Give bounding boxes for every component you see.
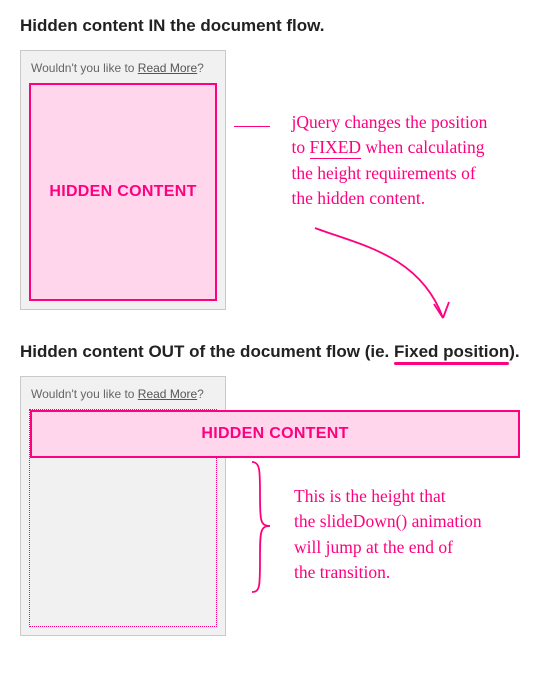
annotation1-line4: the hidden content. bbox=[292, 188, 426, 208]
section2-fixed-position-underline: Fixed position bbox=[394, 342, 509, 361]
annotation-2: This is the height that the slideDown() … bbox=[294, 484, 525, 586]
prompt-prefix-1: Wouldn't you like to bbox=[31, 61, 138, 75]
section1-title-em: IN bbox=[148, 16, 165, 35]
hidden-content-label-2: HIDDEN CONTENT bbox=[201, 425, 348, 443]
section2-title-em: OUT bbox=[148, 342, 184, 361]
section2-title-suffix: ). bbox=[509, 342, 519, 361]
read-more-prompt-2: Wouldn't you like to Read More? bbox=[31, 387, 215, 401]
section1-title: Hidden content IN the document flow. bbox=[20, 16, 324, 36]
annotation1-line2b: when calculating bbox=[361, 137, 484, 157]
read-more-link-2[interactable]: Read More bbox=[138, 387, 197, 401]
annotation2-line3b: at the end of bbox=[362, 537, 453, 557]
section2-title-prefix: Hidden content bbox=[20, 342, 148, 361]
brace-icon bbox=[248, 434, 274, 619]
prompt-suffix-2: ? bbox=[197, 387, 204, 401]
hidden-content-box-in-flow: HIDDEN CONTENT bbox=[29, 83, 217, 301]
height-brace bbox=[248, 434, 272, 624]
figure1-row: Wouldn't you like to Read More? HIDDEN C… bbox=[20, 50, 525, 310]
read-more-prompt-1: Wouldn't you like to Read More? bbox=[31, 61, 215, 75]
annotation2-line1: This is the height that bbox=[294, 486, 446, 506]
section1-title-suffix: the document flow. bbox=[165, 16, 324, 35]
annotation1-lead-line bbox=[234, 125, 270, 129]
annotation-1: jQuery changes the position to FIXED whe… bbox=[292, 110, 526, 212]
figure2-row: Wouldn't you like to Read More? HIDDEN C… bbox=[20, 376, 525, 636]
hidden-content-label-1: HIDDEN CONTENT bbox=[49, 183, 196, 201]
section2-title: Hidden content OUT of the document flow … bbox=[20, 342, 520, 362]
annotation1-line2a: to bbox=[292, 137, 310, 157]
annotation1-line1: jQuery changes the position bbox=[292, 112, 488, 132]
read-more-link-1[interactable]: Read More bbox=[138, 61, 197, 75]
prompt-prefix-2: Wouldn't you like to bbox=[31, 387, 138, 401]
annotation2-line4: the transition. bbox=[294, 562, 390, 582]
hidden-content-box-fixed: HIDDEN CONTENT bbox=[30, 410, 520, 458]
annotation2-jump: jump bbox=[326, 537, 362, 557]
section2-title-mid: of the document flow (ie. bbox=[184, 342, 394, 361]
section1-title-prefix: Hidden content bbox=[20, 16, 148, 35]
annotation2-line3a: will bbox=[294, 537, 326, 557]
document-frame-1: Wouldn't you like to Read More? HIDDEN C… bbox=[20, 50, 226, 310]
annotation2-line2: the slideDown() animation bbox=[294, 511, 482, 531]
annotation1-fixed-underline: FIXED bbox=[310, 137, 362, 159]
annotation1-line3: the height requirements of bbox=[292, 163, 476, 183]
prompt-suffix-1: ? bbox=[197, 61, 204, 75]
